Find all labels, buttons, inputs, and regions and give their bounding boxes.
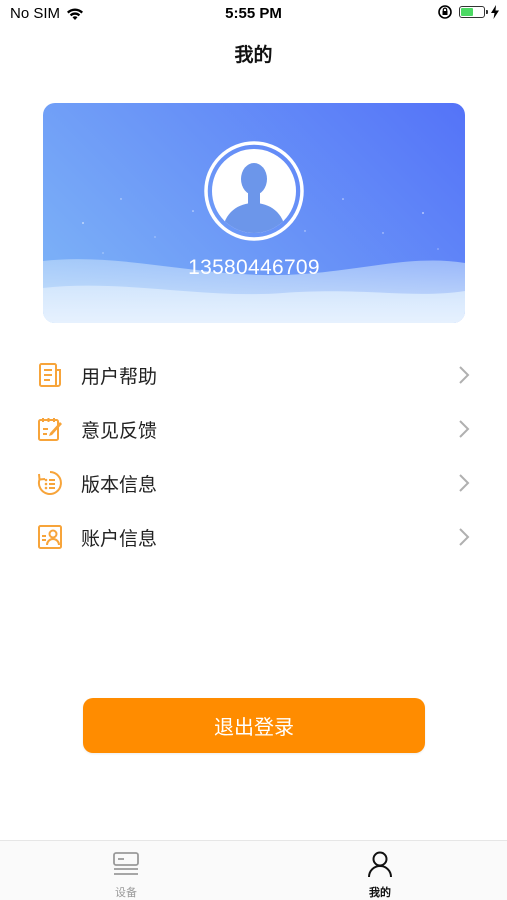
- chevron-right-icon: [459, 528, 470, 546]
- tab-label-mine: 我的: [369, 886, 391, 899]
- menu-item-user-help[interactable]: 用户帮助: [0, 347, 507, 401]
- orientation-lock-icon: [438, 5, 452, 19]
- status-right: [437, 4, 499, 20]
- edit-note-icon: [38, 418, 62, 441]
- device-icon: [113, 852, 139, 875]
- status-time: 5:55 PM: [225, 5, 282, 22]
- profile-screen: No SIM 5:55 PM 我的 13580446709 用户帮助 意见反馈 …: [0, 0, 507, 900]
- status-bar: No SIM 5:55 PM: [0, 0, 507, 28]
- chevron-right-icon: [459, 474, 470, 492]
- battery-fill: [461, 8, 473, 16]
- account-card-icon: [38, 525, 62, 549]
- chevron-right-icon: [459, 420, 470, 438]
- tab-label-devices: 设备: [115, 886, 137, 899]
- menu-item-version-info[interactable]: 版本信息: [0, 455, 507, 509]
- tab-mine[interactable]: 我的: [253, 841, 506, 900]
- tab-bar: 设备 我的: [0, 840, 507, 900]
- menu-label-account-info: 账户信息: [81, 528, 158, 550]
- avatar[interactable]: [204, 141, 304, 241]
- menu-item-account-info[interactable]: 账户信息: [0, 509, 507, 563]
- charging-bolt-icon: [491, 5, 499, 19]
- user-icon: [368, 851, 392, 878]
- version-list-icon: [37, 471, 62, 495]
- battery-icon: [459, 6, 488, 18]
- logout-button[interactable]: 退出登录: [83, 698, 425, 753]
- page-title: 我的: [234, 44, 273, 66]
- menu-item-feedback[interactable]: 意见反馈: [0, 401, 507, 455]
- tab-devices[interactable]: 设备: [0, 841, 253, 900]
- chevron-right-icon: [459, 366, 470, 384]
- menu-label-user-help: 用户帮助: [81, 366, 158, 388]
- phone-number: 13580446709: [188, 256, 320, 279]
- menu-label-feedback: 意见反馈: [81, 420, 158, 442]
- profile-card: 13580446709: [43, 103, 465, 323]
- document-list-icon: [39, 363, 61, 387]
- menu-label-version-info: 版本信息: [81, 474, 158, 496]
- settings-menu: 用户帮助 意见反馈 版本信息 账户信息: [0, 347, 507, 563]
